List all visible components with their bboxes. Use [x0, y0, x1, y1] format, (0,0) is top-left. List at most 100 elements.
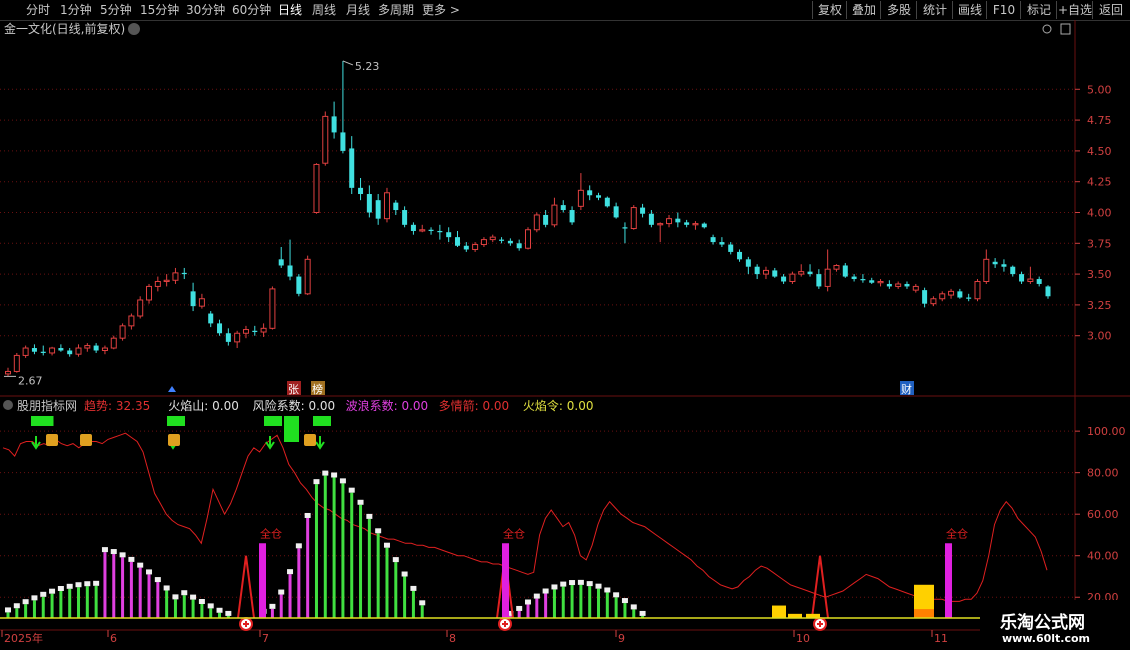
candle-body-up [75, 347, 82, 355]
candle-body-down [781, 276, 787, 282]
candle-body-down [349, 148, 355, 188]
price-tick-label: 4.50 [1087, 145, 1112, 158]
wave-bar-cap [383, 542, 390, 548]
wave-bar [165, 590, 169, 618]
wave-bar-cap [128, 556, 135, 562]
quancang-column [259, 543, 266, 618]
quancang-spike [811, 555, 829, 619]
candle-body-down [507, 240, 513, 244]
wave-bar [570, 585, 574, 618]
wave-bar [544, 593, 548, 618]
candle-body-up [304, 258, 311, 295]
wave-bar [191, 599, 195, 618]
wave-bar-cap [216, 607, 223, 613]
candle-body-down [886, 283, 892, 287]
candle-body-down [957, 291, 963, 298]
candle-body-down [93, 345, 99, 351]
candle-body-down [463, 245, 469, 250]
wave-bar-cap [639, 610, 646, 616]
wave-bar-cap [269, 603, 276, 609]
wave-bar [632, 609, 636, 618]
wave-bar [588, 586, 592, 618]
wave-bar [209, 608, 213, 618]
wave-bar-cap [5, 607, 11, 613]
signal-square [284, 416, 299, 442]
wave-bar-cap [322, 470, 329, 476]
wave-bar [15, 608, 19, 618]
candle-body-down [252, 330, 258, 333]
wave-bar [103, 552, 107, 618]
candle-body-up [419, 229, 426, 232]
candle-body-up [234, 332, 241, 343]
wave-bar [156, 582, 160, 618]
indicator-value-5: 火焰令: 0.00 [523, 398, 594, 413]
price-tick-label: 4.00 [1087, 207, 1112, 220]
wave-bar-cap [630, 604, 637, 610]
time-label-0: 2025年 [4, 631, 43, 645]
wave-bar-cap [13, 603, 20, 609]
wave-bar [270, 608, 274, 618]
wave-bar-cap [569, 580, 576, 586]
candle-body-down [358, 187, 364, 195]
candle-body-down [966, 297, 972, 299]
wave-bar [121, 557, 125, 618]
candle-body-up [22, 347, 29, 356]
wave-bar-cap [375, 528, 382, 534]
candle-body-up [789, 273, 796, 283]
quancang-label: 全仓 [260, 526, 282, 540]
wave-bar-cap [339, 478, 346, 484]
candle-body-up [163, 279, 170, 282]
candle-body-down [278, 259, 284, 266]
watermark-url: www.60lt.com [1002, 632, 1091, 645]
candle-body-down [410, 224, 416, 231]
wave-bar-cap [295, 543, 302, 549]
wave-bar-cap [57, 585, 64, 591]
candle-body-up [198, 298, 205, 307]
wave-bar [129, 561, 133, 618]
candle-body-down [446, 232, 452, 238]
wave-bar [359, 504, 363, 618]
candle-body-down [719, 242, 725, 245]
wave-bar-cap [110, 549, 117, 555]
candle-body-down [587, 190, 593, 196]
wave-bar [605, 592, 609, 618]
candle-body-up [692, 223, 699, 226]
candle-body-up [895, 283, 902, 287]
price-tick-label: 3.50 [1087, 268, 1112, 281]
candle-body-down [1010, 266, 1016, 275]
wave-bar [182, 595, 186, 618]
wave-bar-cap [560, 581, 567, 587]
wave-bar-cap [181, 590, 188, 596]
wave-bar-cap [137, 562, 144, 568]
candle-body-up [824, 268, 831, 287]
candle-body-up [877, 281, 884, 284]
wave-bar-cap [586, 581, 593, 587]
wave-bar-cap [119, 552, 126, 558]
wave-bar [350, 492, 354, 618]
down-arrow-icon [31, 436, 41, 450]
candle-body-up [84, 345, 91, 349]
quancang-label: 全仓 [946, 526, 968, 540]
wave-bar [376, 533, 380, 618]
candle-body-down [569, 210, 575, 223]
wave-bar [420, 605, 424, 618]
candle-body-up [154, 281, 161, 287]
candle-body-up [472, 244, 479, 250]
wave-bar [218, 612, 222, 618]
wave-bar [394, 562, 398, 618]
wave-bar-cap [533, 593, 540, 599]
wave-bar [341, 483, 345, 618]
candle-body-down [710, 237, 716, 243]
wave-bar [403, 576, 407, 618]
wave-bar [517, 610, 521, 618]
wave-bar-cap [348, 487, 355, 493]
wave-bar [94, 585, 98, 618]
wave-bar [332, 477, 336, 618]
price-tick-label: 4.75 [1087, 114, 1112, 127]
wave-bar [41, 596, 45, 618]
wave-bar-cap [22, 599, 29, 605]
candle-body-down [604, 197, 610, 207]
max-price-label: 5.23 [355, 60, 380, 73]
candle-body-down [596, 195, 602, 198]
candle-body-up [833, 264, 840, 270]
